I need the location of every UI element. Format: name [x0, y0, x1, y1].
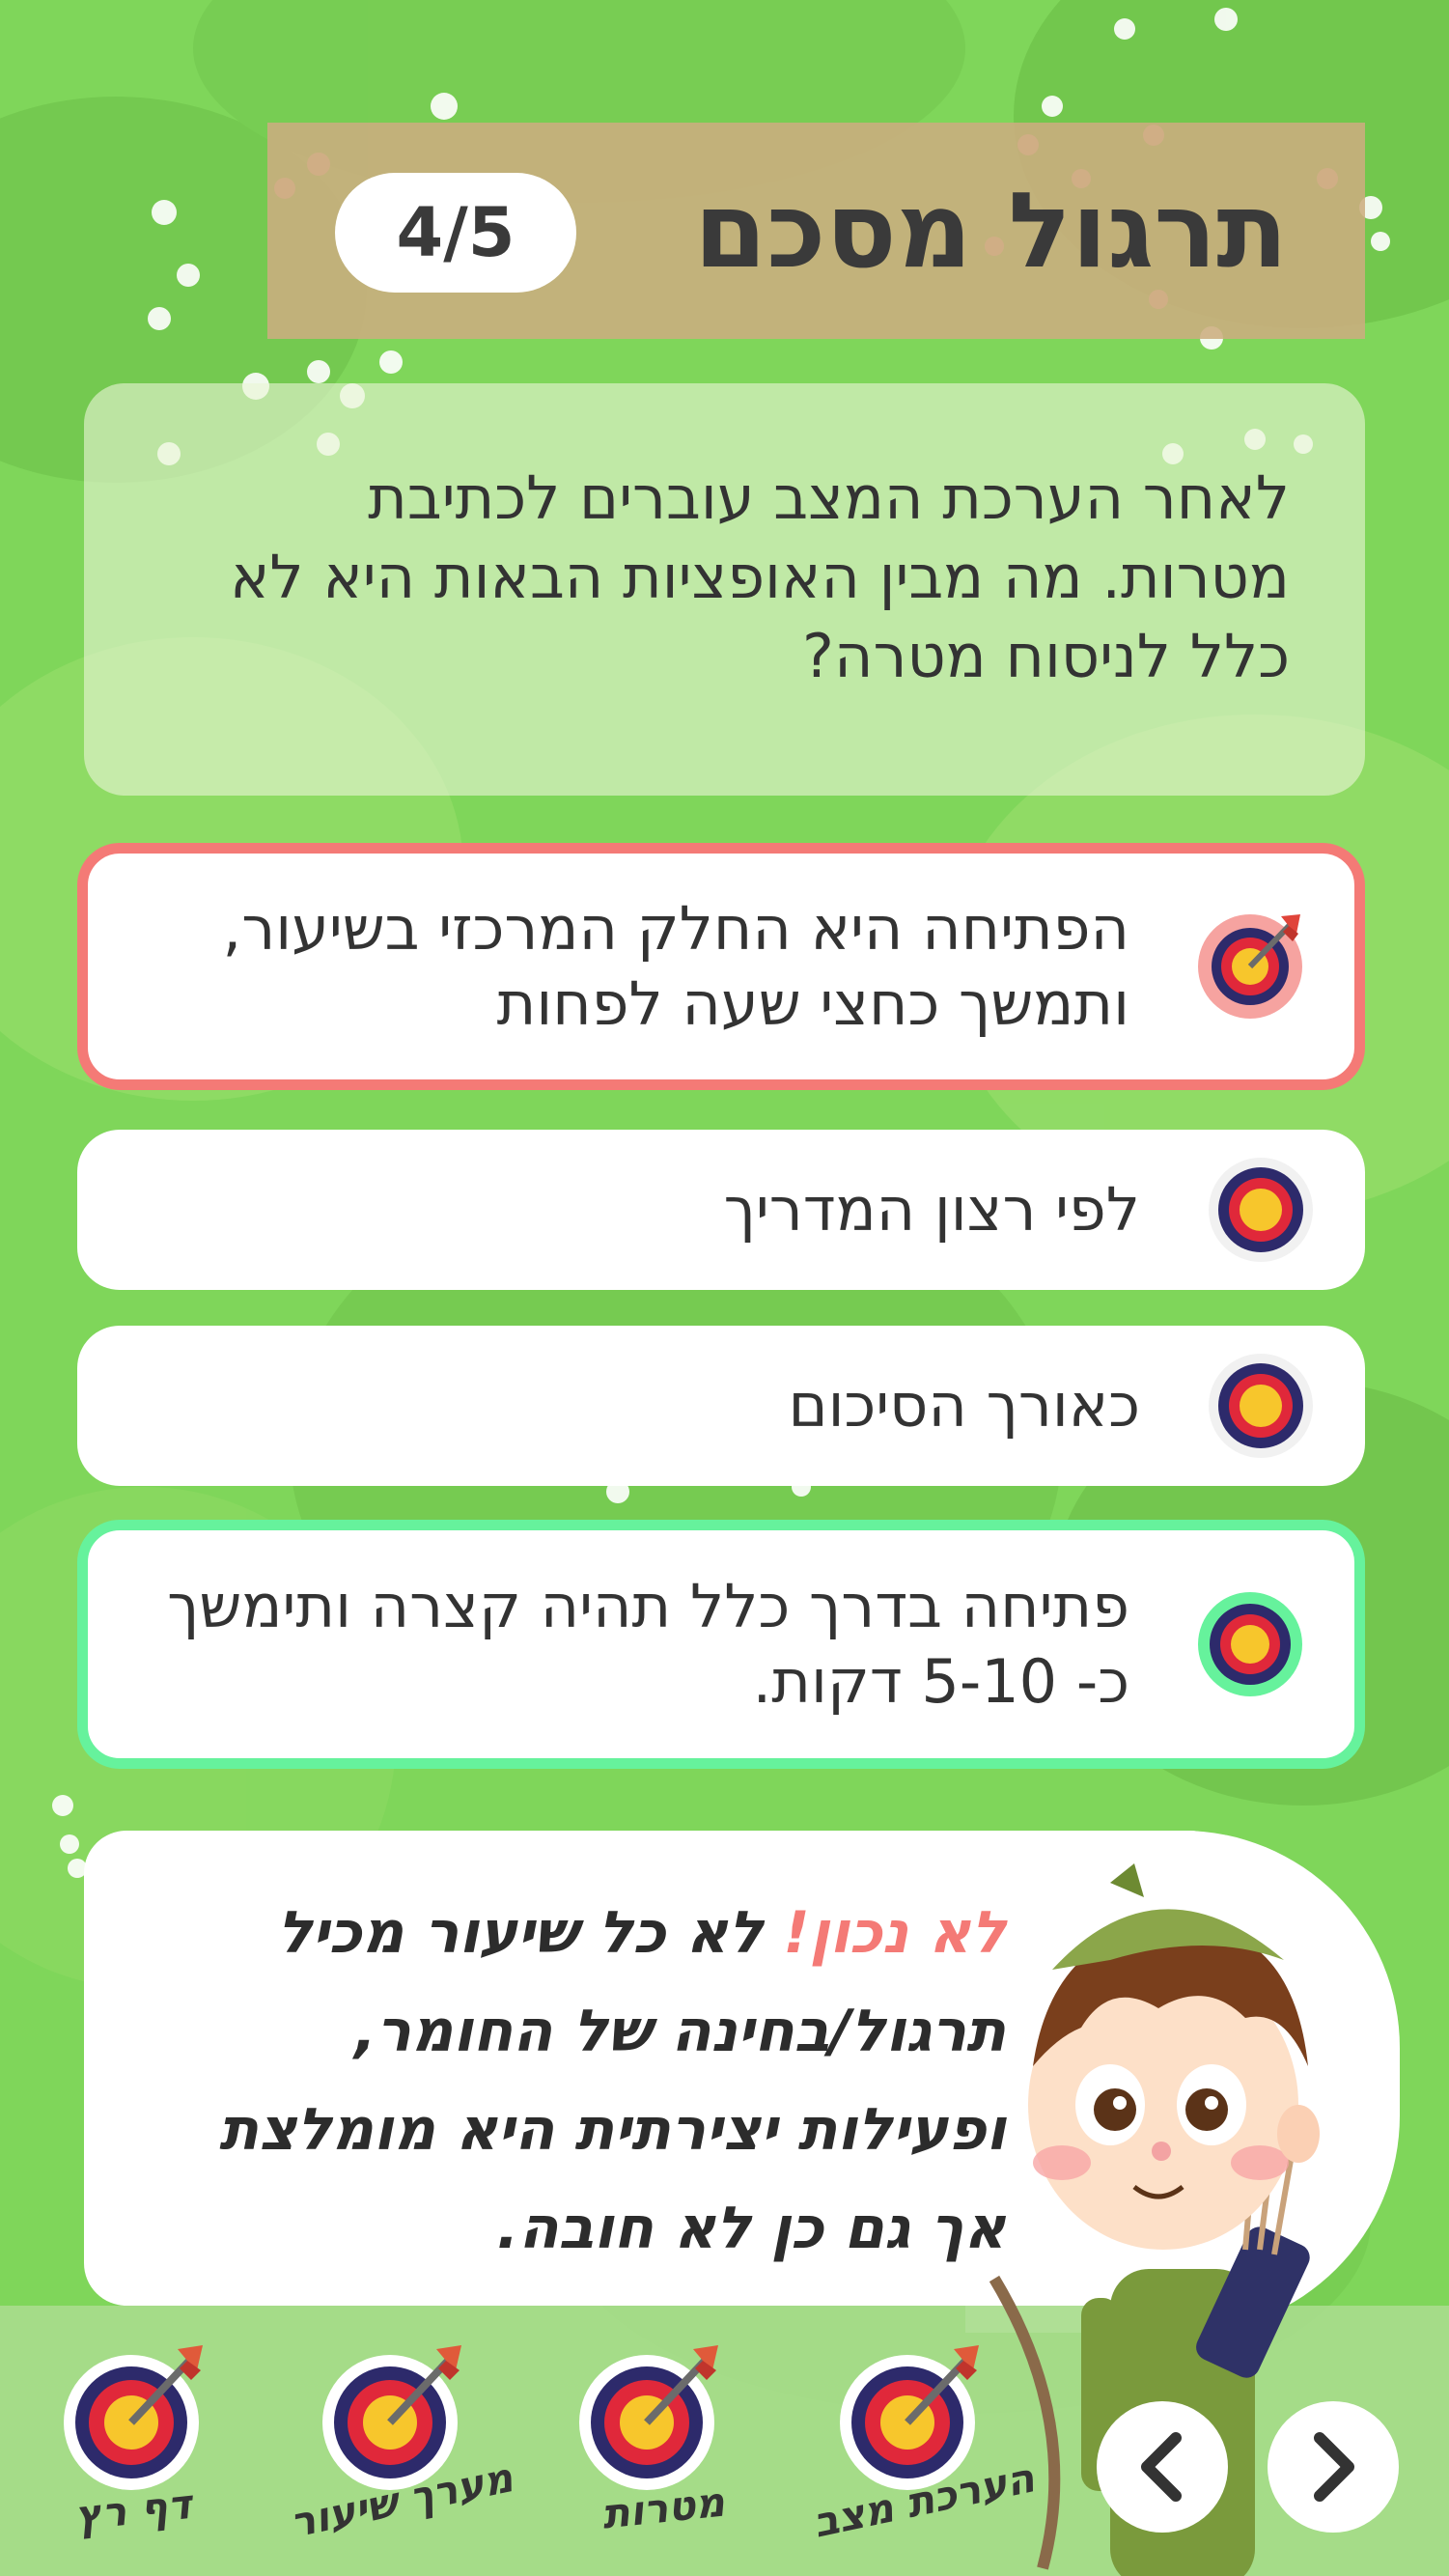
target-icon: [1198, 1592, 1302, 1696]
target-with-arrow-icon: [1198, 914, 1302, 1019]
chevron-right-icon: [1314, 2432, 1354, 2502]
answer-option-2[interactable]: לפי רצון המדריך: [77, 1130, 1365, 1290]
feedback-text: לא נכון! לא כל שיעור מכיל תרגול/בחינה של…: [137, 1884, 1006, 2278]
next-button[interactable]: [1268, 2401, 1399, 2533]
answer-option-4[interactable]: פתיחה בדרך כלל תהיה קצרה ותימשך כ- 5-10 …: [77, 1520, 1365, 1769]
target-icon: [1209, 1158, 1313, 1262]
prev-button[interactable]: [1097, 2401, 1228, 2533]
nav-item-lesson-plan[interactable]: מערך שיעור: [286, 2341, 517, 2563]
nav-item-goals[interactable]: מטרות: [571, 2341, 755, 2563]
answer-option-3[interactable]: כאורך הסיכום: [77, 1326, 1365, 1486]
target-icon: [1209, 1354, 1313, 1458]
answer-option-1[interactable]: הפתיחה היא החלק המרכזי בשיעור, ותמשך כחצ…: [77, 843, 1365, 1090]
feedback-line-2: תרגול/בחינה של החומר,: [354, 1998, 1006, 2065]
title-banner: תרגול מסכם 4/5: [267, 123, 1365, 339]
page-title: תרגול מסכם: [694, 171, 1288, 292]
nav-item-situation-assessment[interactable]: הערכת מצב: [809, 2341, 1039, 2563]
question-box: לאחר הערכת המצב עוברים לכתיבת מטרות. מה …: [84, 383, 1365, 796]
nav-item-running-sheet[interactable]: דף רץ: [56, 2341, 239, 2563]
answer-option-label: לפי רצון המדריך: [723, 1174, 1140, 1245]
feedback-line-3: ופעילות יצירתית היא מומלצת: [219, 2096, 1006, 2164]
question-text: לאחר הערכת המצב עוברים לכתיבת מטרות. מה …: [229, 462, 1290, 691]
answer-option-label: פתיחה בדרך כלל תהיה קצרה ותימשך כ- 5-10 …: [167, 1571, 1129, 1717]
feedback-line-4: אך גם כן לא חובה.: [496, 2195, 1006, 2262]
answer-option-label: כאורך הסיכום: [788, 1370, 1140, 1441]
answer-option-label: הפתיחה היא החלק המרכזי בשיעור, ותמשך כחצ…: [222, 893, 1129, 1039]
feedback-line-1: לא כל שיעור מכיל: [276, 1899, 784, 1967]
chevron-left-icon: [1141, 2432, 1182, 2502]
progress-counter: 4/5: [335, 173, 576, 293]
